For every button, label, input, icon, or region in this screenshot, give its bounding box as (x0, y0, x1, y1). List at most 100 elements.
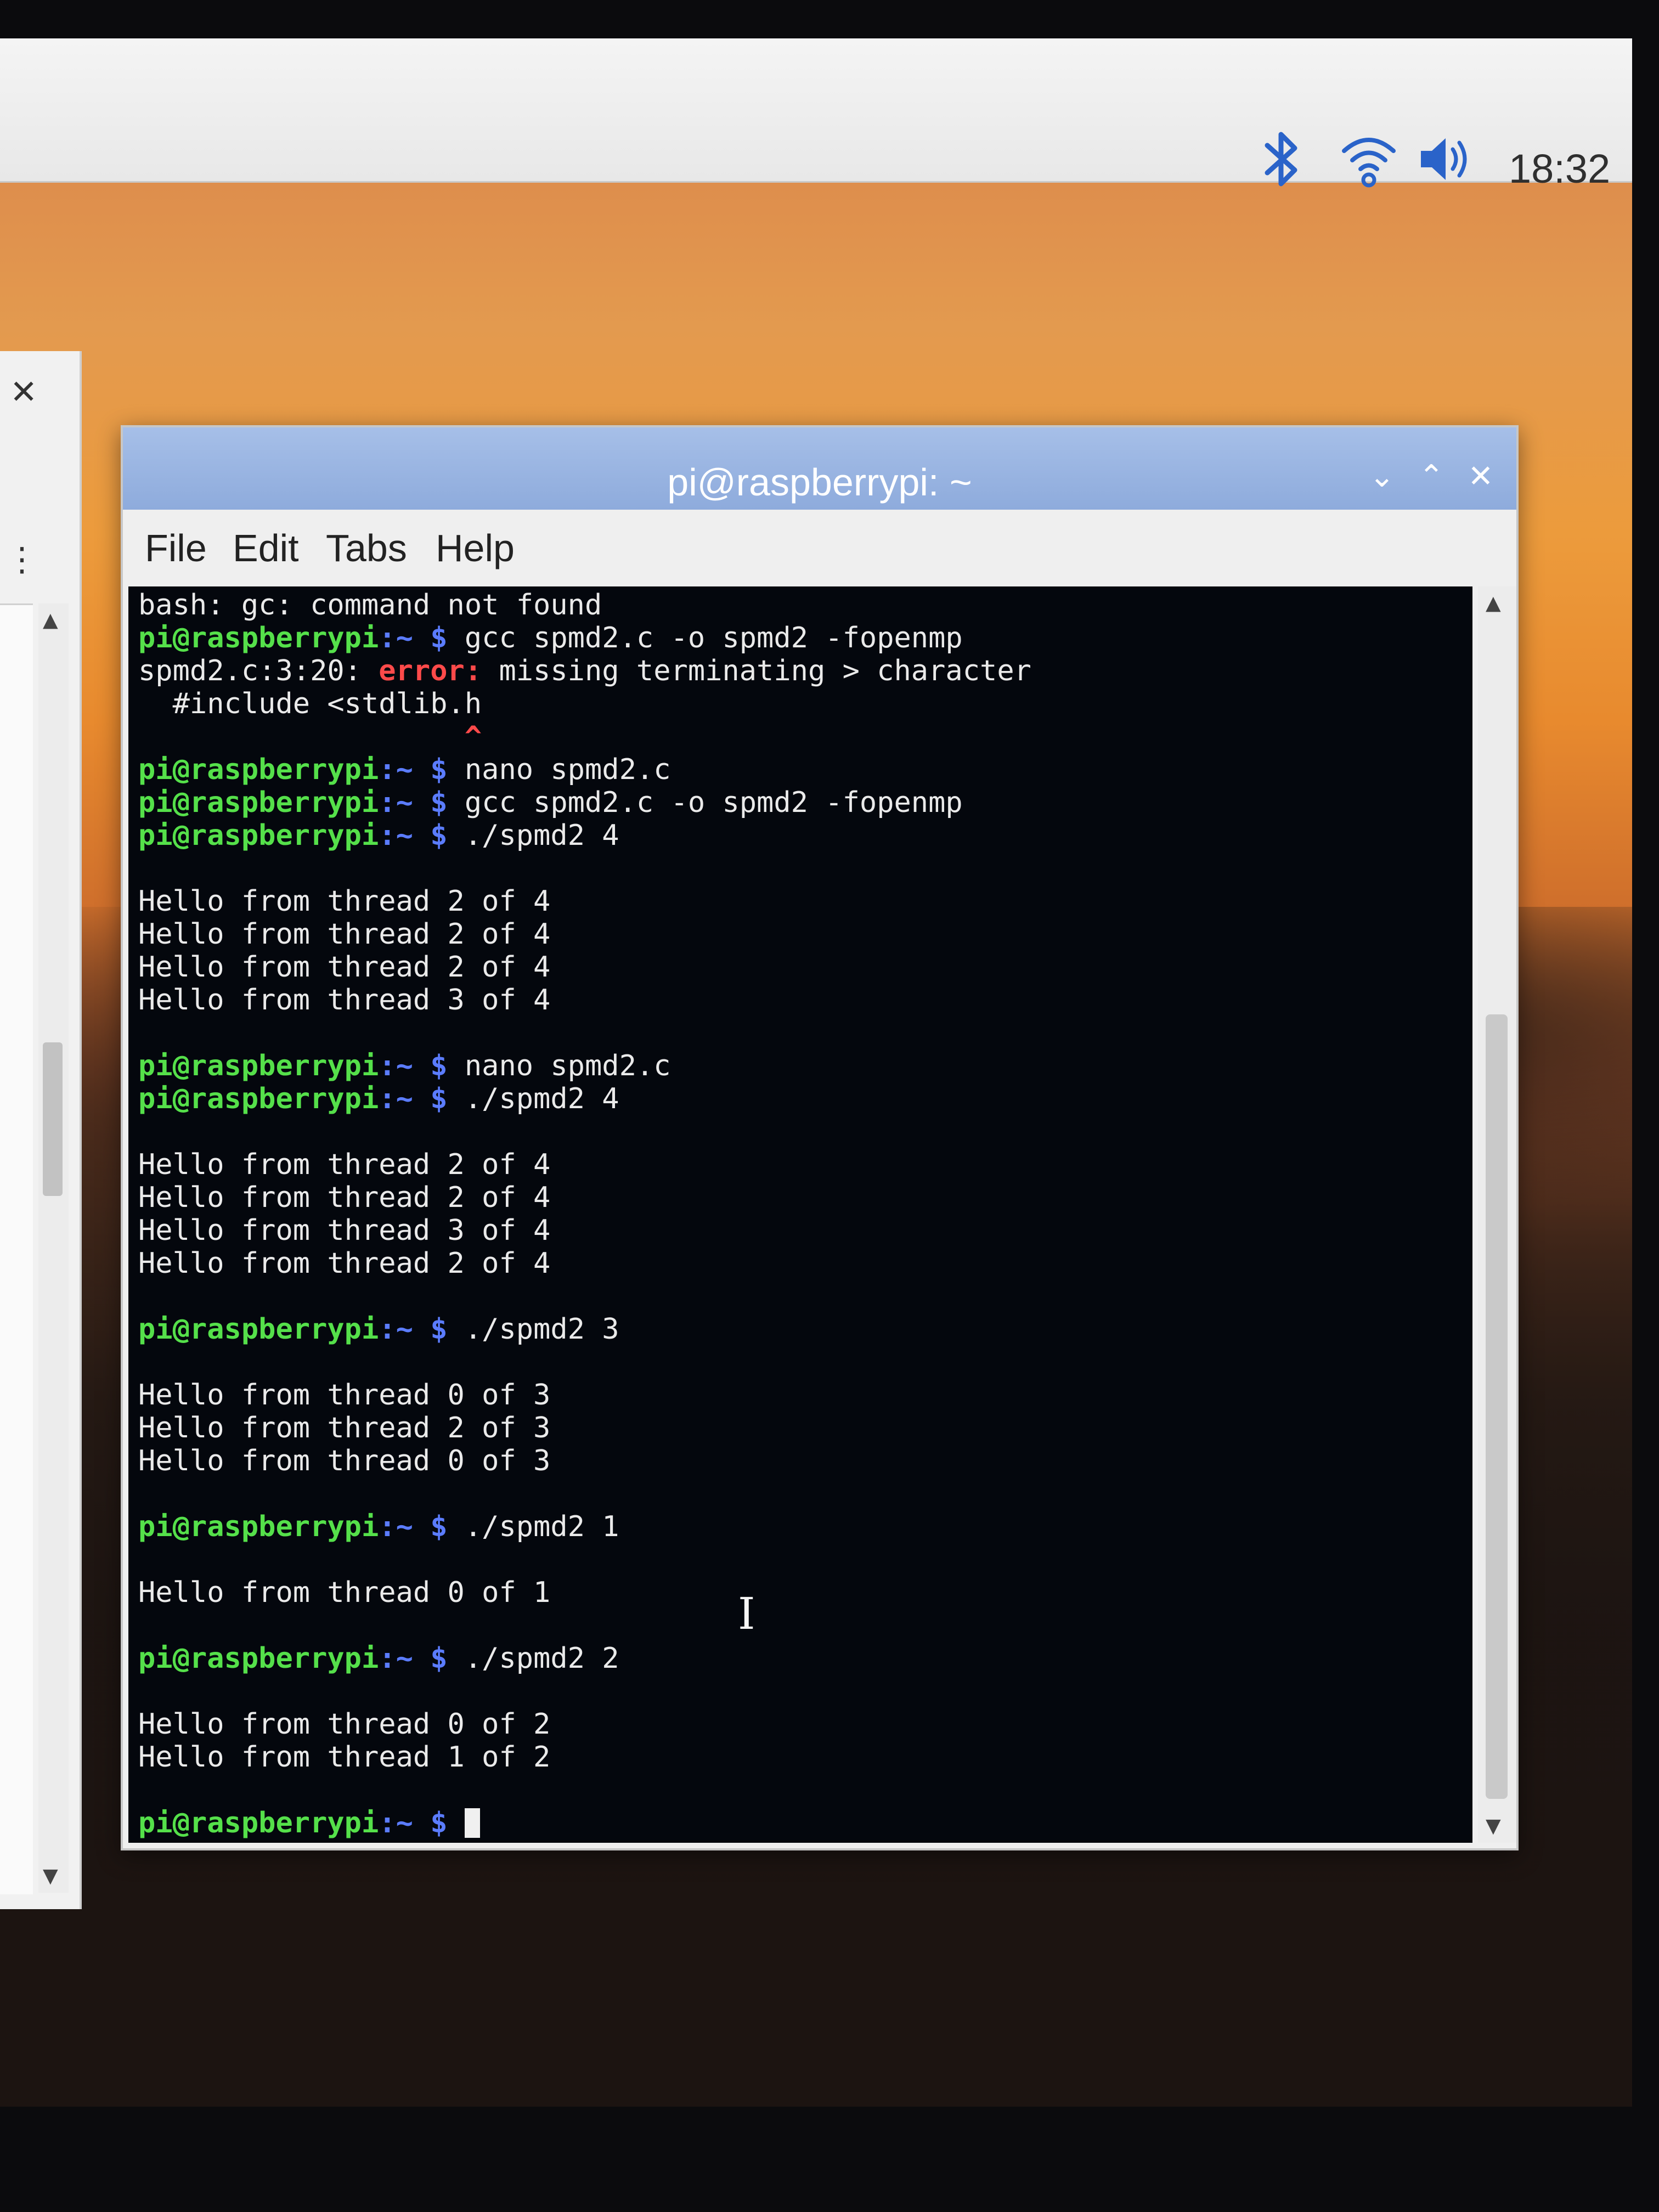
scroll-up-arrow-icon[interactable]: ▲ (43, 609, 58, 631)
terminal-output-line: Hello from thread 0 of 3 (138, 1444, 1031, 1477)
terminal-command-line: pi@raspberrypi:~ $ ./spmd2 2 (138, 1642, 1031, 1675)
terminal-output-line: Hello from thread 1 of 2 (138, 1741, 1031, 1774)
menu-file[interactable]: File (145, 526, 207, 570)
terminal-output-line: Hello from thread 0 of 1 (138, 1576, 1031, 1609)
terminal-command-line: pi@raspberrypi:~ $ ./spmd2 4 (138, 819, 1031, 852)
prompt-path: :~ $ (379, 1642, 448, 1675)
background-window-scrollbar[interactable]: ▲ ▼ (38, 603, 69, 1893)
terminal-output-line: Hello from thread 2 of 3 (138, 1412, 1031, 1444)
close-icon[interactable]: ✕ (10, 373, 37, 411)
terminal-output-line: Hello from thread 3 of 4 (138, 984, 1031, 1017)
volume-icon[interactable] (1415, 126, 1476, 187)
output-text: Hello from thread 0 of 1 (138, 1576, 551, 1609)
menu-bar: File Edit Tabs Help (123, 510, 1516, 586)
desktop: 18:32 ✕ ⋮ ▲ ▼ pi@raspberrypi: ~ ⌄ ⌃ ✕ Fi… (0, 38, 1632, 2107)
terminal-command-line: pi@raspberrypi:~ $ (138, 1807, 1031, 1839)
menu-help[interactable]: Help (436, 526, 515, 570)
output-text: bash: gc: command not found (138, 589, 602, 622)
scroll-down-arrow-icon[interactable]: ▼ (1486, 1815, 1501, 1837)
command-text: ./spmd2 1 (447, 1510, 619, 1543)
prompt-path: :~ $ (379, 1313, 448, 1346)
error-label: error: (379, 654, 482, 687)
terminal-output[interactable]: bash: gc: command not found pi@raspberryp… (128, 586, 1472, 1843)
output-text: Hello from thread 2 of 4 (138, 918, 551, 951)
terminal-command-line: pi@raspberrypi:~ $ ./spmd2 1 (138, 1510, 1031, 1543)
output-text: Hello from thread 2 of 4 (138, 951, 551, 984)
output-text: Hello from thread 0 of 3 (138, 1444, 551, 1477)
terminal-output-line: #include <stdlib.h (138, 687, 1031, 720)
window-title: pi@raspberrypi: ~ (667, 461, 972, 504)
prompt-path: :~ $ (379, 819, 448, 852)
scrollbar-thumb[interactable] (1486, 1014, 1508, 1799)
prompt-user: pi@raspberrypi (138, 1510, 379, 1543)
taskbar: 18:32 (0, 38, 1632, 191)
prompt-user: pi@raspberrypi (138, 819, 379, 852)
terminal-lines: bash: gc: command not found pi@raspberryp… (138, 589, 1031, 1839)
maximize-button[interactable]: ⌃ (1412, 458, 1451, 496)
command-text: ./spmd2 2 (447, 1642, 619, 1675)
prompt-user: pi@raspberrypi (138, 1642, 379, 1675)
bluetooth-icon[interactable] (1256, 126, 1306, 187)
scroll-up-arrow-icon[interactable]: ▲ (1486, 592, 1501, 614)
background-window[interactable]: ✕ ⋮ ▲ ▼ (0, 351, 82, 1909)
terminal-output-line: Hello from thread 2 of 4 (138, 951, 1031, 984)
prompt-user: pi@raspberrypi (138, 1049, 379, 1082)
terminal-output-line: Hello from thread 2 of 4 (138, 1247, 1031, 1280)
prompt-user: pi@raspberrypi (138, 1313, 379, 1346)
menu-dots-icon[interactable]: ⋮ (5, 543, 38, 576)
prompt-user: pi@raspberrypi (138, 786, 379, 819)
terminal-command-line: pi@raspberrypi:~ $ ./spmd2 4 (138, 1082, 1031, 1115)
minimize-button[interactable]: ⌄ (1363, 458, 1401, 496)
title-bar[interactable]: pi@raspberrypi: ~ ⌄ ⌃ ✕ (123, 427, 1516, 510)
command-text: nano spmd2.c (447, 753, 671, 786)
terminal-command-line: pi@raspberrypi:~ $ gcc spmd2.c -o spmd2 … (138, 786, 1031, 819)
output-text: Hello from thread 2 of 3 (138, 1412, 551, 1444)
scrollbar-thumb[interactable] (43, 1042, 63, 1196)
terminal-output-line: ^ (138, 720, 1031, 753)
error-caret: ^ (138, 720, 482, 753)
error-message: missing terminating > character (482, 654, 1031, 687)
terminal-scrollbar[interactable]: ▲ ▼ (1478, 586, 1516, 1843)
output-text: Hello from thread 0 of 3 (138, 1379, 551, 1412)
output-text: Hello from thread 2 of 4 (138, 885, 551, 918)
wifi-icon[interactable] (1339, 126, 1399, 188)
prompt-user: pi@raspberrypi (138, 1807, 379, 1839)
output-text: Hello from thread 3 of 4 (138, 984, 551, 1017)
command-text: ./spmd2 4 (447, 1082, 619, 1115)
menu-edit[interactable]: Edit (233, 526, 299, 570)
menu-tabs[interactable]: Tabs (326, 526, 407, 570)
prompt-path: :~ $ (379, 1510, 448, 1543)
prompt-path: :~ $ (379, 622, 448, 654)
terminal-output-line: Hello from thread 0 of 3 (138, 1379, 1031, 1412)
prompt-path: :~ $ (379, 753, 448, 786)
command-text (448, 1807, 465, 1839)
terminal-window[interactable]: pi@raspberrypi: ~ ⌄ ⌃ ✕ File Edit Tabs H… (121, 425, 1519, 1850)
terminal-command-line: pi@raspberrypi:~ $ nano spmd2.c (138, 1049, 1031, 1082)
command-text: gcc spmd2.c -o spmd2 -fopenmp (447, 786, 963, 819)
terminal-output-line: Hello from thread 2 of 4 (138, 1181, 1031, 1214)
command-text: ./spmd2 3 (447, 1313, 619, 1346)
scroll-down-arrow-icon[interactable]: ▼ (43, 1865, 58, 1887)
output-text: Hello from thread 3 of 4 (138, 1214, 551, 1247)
terminal-output-line: Hello from thread 2 of 4 (138, 1148, 1031, 1181)
terminal-output-line: Hello from thread 2 of 4 (138, 918, 1031, 951)
command-text: nano spmd2.c (447, 1049, 671, 1082)
prompt-path: :~ $ (379, 1807, 448, 1839)
terminal-command-line: pi@raspberrypi:~ $ ./spmd2 3 (138, 1313, 1031, 1346)
prompt-path: :~ $ (379, 786, 448, 819)
clock[interactable]: 18:32 (1509, 145, 1610, 192)
output-text: Hello from thread 2 of 4 (138, 1247, 551, 1280)
close-button[interactable]: ✕ (1462, 458, 1500, 496)
command-text: gcc spmd2.c -o spmd2 -fopenmp (447, 622, 963, 654)
terminal-cursor (464, 1808, 480, 1838)
output-text: #include <stdlib.h (138, 687, 482, 720)
